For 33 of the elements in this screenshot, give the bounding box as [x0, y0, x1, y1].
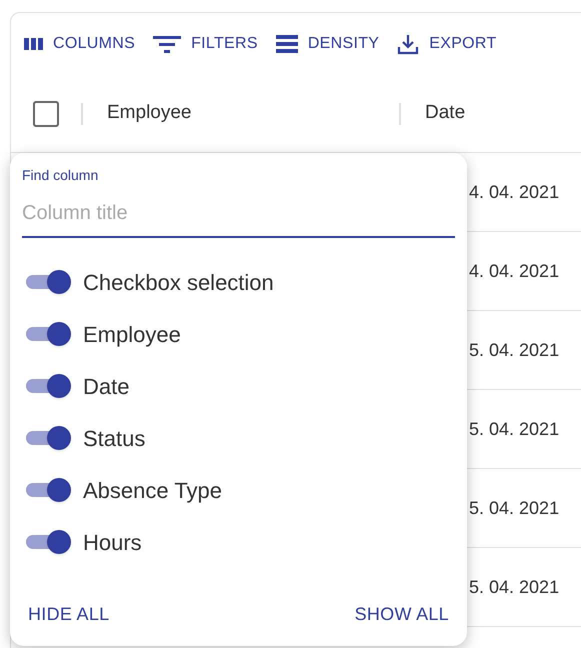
column-header[interactable]: Employee — [107, 99, 192, 128]
panel-action-button[interactable]: HIDE ALL — [22, 597, 116, 632]
filter-icon — [153, 34, 182, 54]
panel-action-button[interactable]: SHOW ALL — [348, 597, 455, 632]
table-cell-text: 5. 04. 2021 — [469, 418, 560, 440]
column-header[interactable]: Date — [425, 99, 466, 128]
toolbar-button[interactable]: EXPORT — [395, 32, 499, 56]
column-toggle-label: Absence Type — [83, 476, 222, 505]
table-cell-text: 5. 04. 2021 — [469, 576, 560, 598]
toolbar-button[interactable]: FILTERS — [151, 32, 260, 56]
toggle-switch[interactable] — [26, 374, 71, 398]
column-toggle-label: Employee — [83, 320, 181, 349]
column-toggle-label: Hours — [83, 528, 142, 556]
toolbar-button[interactable]: COLUMNS — [21, 32, 138, 56]
table-cell-text: 4. 04. 2021 — [469, 260, 560, 282]
toggle-switch[interactable] — [26, 478, 71, 502]
column-toggle-label: Date — [83, 372, 130, 400]
table-cell-text: 4. 04. 2021 — [469, 180, 560, 204]
select-all-checkbox[interactable] — [33, 100, 59, 126]
toggle-switch[interactable] — [26, 530, 71, 554]
toolbar-button[interactable]: DENSITY — [274, 32, 382, 56]
toggle-switch[interactable] — [26, 322, 71, 346]
toggle-switch[interactable] — [26, 270, 71, 294]
table-cell-text: 5. 04. 2021 — [469, 338, 560, 362]
columns-icon — [23, 36, 43, 52]
density-icon — [276, 34, 298, 54]
download-icon — [397, 33, 420, 55]
table-cell-text: 5. 04. 2021 — [469, 496, 560, 520]
toggle-switch[interactable] — [26, 426, 71, 450]
column-toggle-label: Checkbox selection — [83, 268, 274, 296]
field-label: Find column — [22, 166, 100, 185]
column-toggle-label: Status — [83, 424, 146, 452]
column-search-field[interactable]: Column title — [22, 194, 455, 238]
